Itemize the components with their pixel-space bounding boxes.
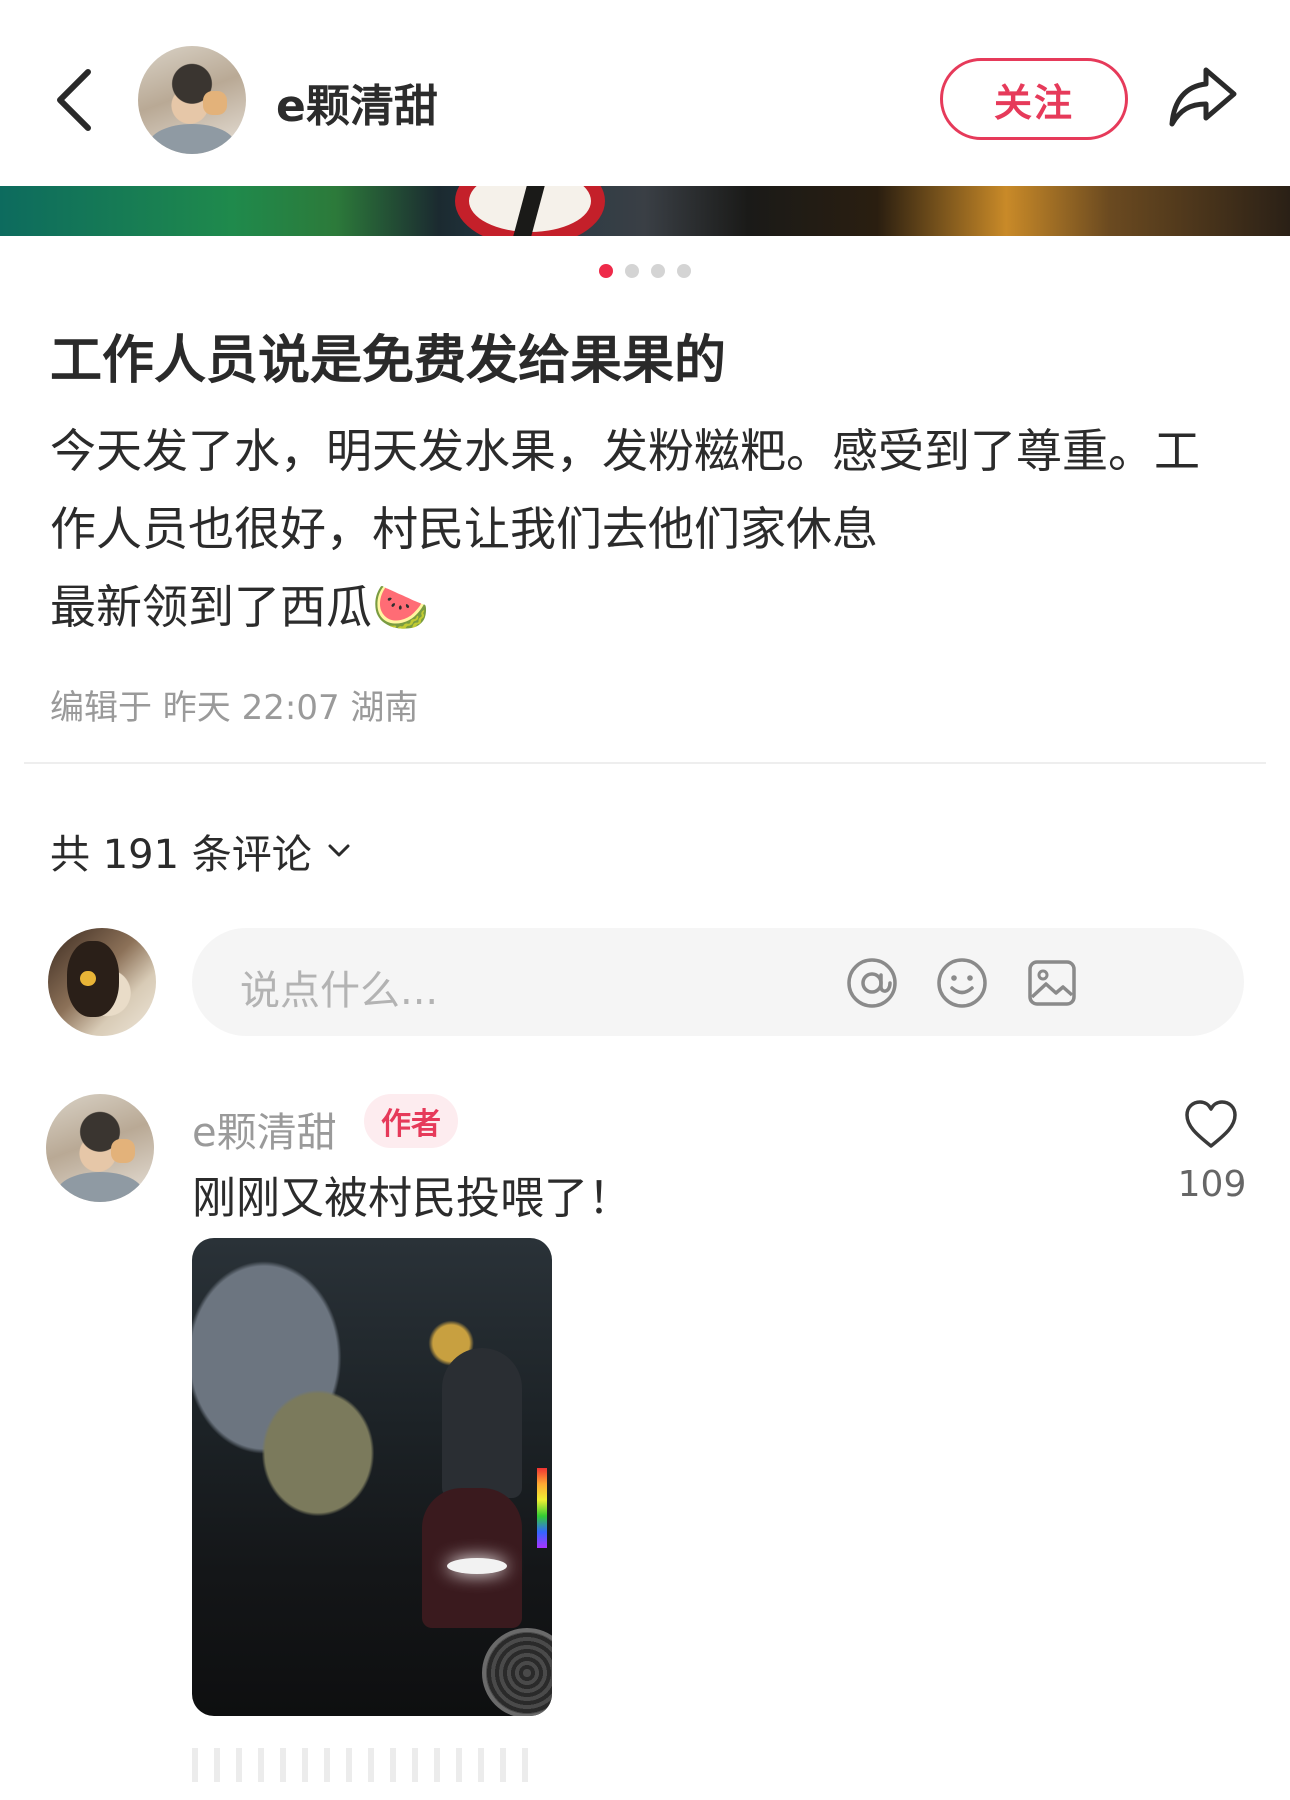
author-badge: 作者 — [364, 1094, 458, 1148]
comment-count-toggle[interactable]: 共 191 条评论 — [50, 822, 354, 880]
avatar-hand — [110, 1139, 135, 1164]
heart-outline-icon — [1185, 1100, 1237, 1148]
at-sign-icon[interactable] — [844, 955, 900, 1011]
comment-username[interactable]: e颗清甜 — [192, 1100, 337, 1158]
comment-count-label: 共 191 条评论 — [50, 832, 312, 878]
post-body-line: 最新领到了西瓜🍉 — [50, 580, 430, 634]
post-meta: 编辑于 昨天 22:07 湖南 — [50, 688, 419, 728]
author-avatar[interactable] — [138, 46, 246, 154]
comment-avatar[interactable] — [46, 1094, 154, 1202]
share-button[interactable] — [1166, 60, 1240, 134]
post-body-line: 今天发了水，明天发水果，发粉糍粑。感受到了尊重。工 — [50, 424, 1200, 478]
chevron-down-icon — [328, 844, 350, 857]
top-bar: e颗清甜 关注 — [0, 0, 1290, 186]
carousel-pagination — [0, 264, 1290, 278]
image-fan-shape — [482, 1628, 552, 1716]
image-person-shape — [442, 1348, 522, 1498]
post-title: 工作人员说是免费发给果果的 — [50, 331, 727, 391]
follow-button[interactable]: 关注 — [940, 58, 1128, 140]
share-arrow-icon — [1169, 67, 1237, 127]
comment-image[interactable] — [192, 1238, 552, 1716]
comment-text[interactable]: 刚刚又被村民投喂了！ — [192, 1162, 632, 1226]
pagination-dot — [677, 264, 691, 278]
avatar-shirt — [56, 1171, 144, 1202]
chevron-left-icon — [57, 69, 91, 131]
current-user-avatar — [48, 928, 156, 1036]
author-name[interactable]: e颗清甜 — [276, 70, 438, 134]
comment-input-placeholder: 说点什么... — [240, 968, 439, 1014]
section-divider — [24, 762, 1266, 764]
image-rainbow-shape — [537, 1468, 547, 1548]
post-image-carousel[interactable] — [0, 186, 1290, 236]
pagination-dot — [651, 264, 665, 278]
avatar-hand — [202, 91, 227, 116]
post-detail-page: e颗清甜 关注 工作人员说是免费发给果果的 今天发了水，明天发水果，发粉糍粑。感… — [0, 0, 1290, 1800]
back-button[interactable] — [40, 58, 110, 142]
image-icon[interactable] — [1024, 955, 1080, 1011]
pagination-dot — [625, 264, 639, 278]
smiley-icon[interactable] — [934, 955, 990, 1011]
truncated-content-hint — [192, 1748, 532, 1782]
image-light-shape — [447, 1558, 507, 1574]
pagination-dot-active — [599, 264, 613, 278]
avatar-shirt — [148, 123, 236, 154]
like-count: 109 — [1177, 1164, 1247, 1205]
post-body: 今天发了水，明天发水果，发粉糍粑。感受到了尊重。工 作人员也很好，村民让我们去他… — [50, 412, 1250, 646]
like-button[interactable] — [1182, 1096, 1240, 1154]
post-body-line: 作人员也很好，村民让我们去他们家休息 — [50, 502, 878, 556]
comment-input[interactable]: 说点什么... — [192, 928, 1244, 1036]
avatar-flower — [80, 971, 96, 987]
